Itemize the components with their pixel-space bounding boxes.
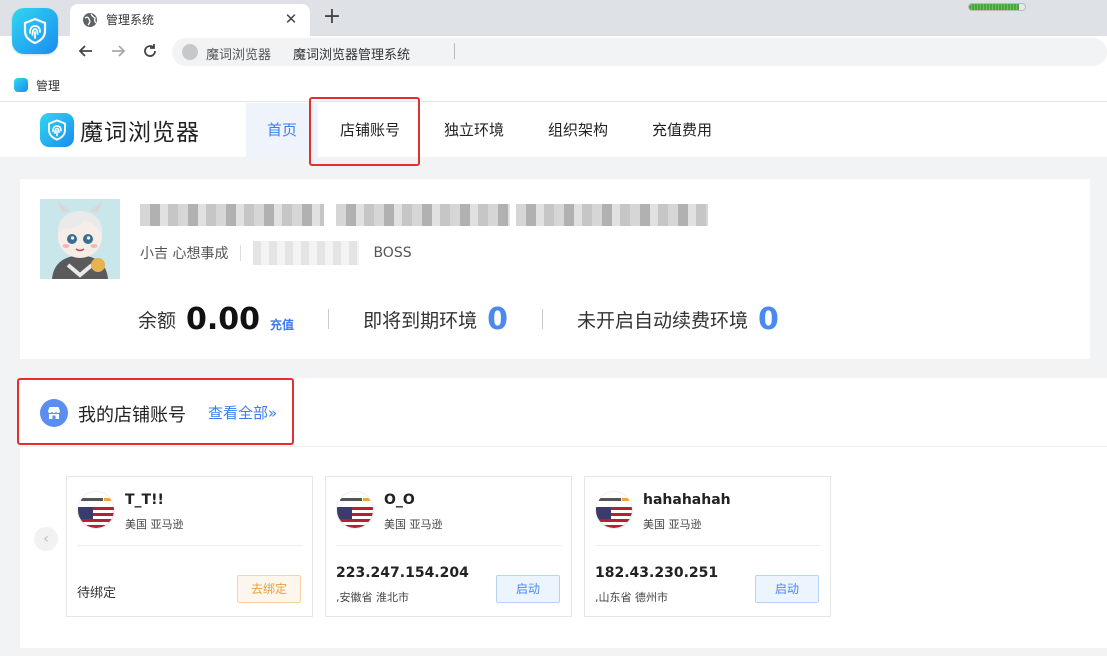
reload-button[interactable]	[138, 39, 162, 63]
close-tab-icon[interactable]: ✕	[282, 9, 300, 29]
carousel-prev-button[interactable]: ‹	[34, 527, 58, 551]
bookmark-item[interactable]: 管理	[14, 76, 60, 94]
avatar-image	[40, 199, 120, 279]
chevron-left-icon: ‹	[43, 531, 49, 547]
nav-home[interactable]: 首页	[246, 103, 318, 157]
forward-button[interactable]	[106, 39, 130, 63]
battery-fill	[969, 4, 1020, 10]
shop-card[interactable]: hahahahah 美国 亚马逊 182.43.230.251 ,山东省 德州市…	[584, 476, 831, 617]
no-autorenew-count[interactable]: 0	[758, 302, 779, 337]
stat-divider	[328, 309, 330, 329]
shop-status: 待绑定	[77, 586, 117, 601]
brand[interactable]: 魔词浏览器	[40, 113, 200, 147]
app-logo	[12, 8, 58, 54]
balance-value: 0.00	[186, 301, 261, 337]
browser-toolbar: 魔词浏览器 魔词浏览器管理系统	[0, 36, 1107, 68]
card-divider	[595, 545, 821, 546]
masked-account-email	[516, 204, 708, 226]
section-title: 我的店铺账号	[78, 405, 186, 426]
shop-region: 美国 亚马逊	[384, 518, 443, 531]
page-url: 魔词浏览器管理系统	[293, 48, 411, 63]
battery-indicator	[968, 3, 1026, 11]
brand-name: 魔词浏览器	[80, 120, 200, 146]
avatar[interactable]	[40, 199, 120, 279]
site-info-icon[interactable]	[182, 44, 198, 60]
shop-name: O_O	[384, 492, 415, 508]
masked-account-name	[140, 204, 324, 226]
shop-location: ,山东省 德州市	[595, 591, 668, 604]
browser-chrome: 管理系统 ✕ + 魔词浏览器 魔词浏览器管理系统 管理	[0, 0, 1107, 103]
us-amazon-flag-icon	[595, 491, 633, 529]
bind-button[interactable]: 去绑定	[237, 575, 301, 603]
shop-card[interactable]: T_T!! 美国 亚马逊 待绑定 去绑定	[66, 476, 313, 617]
shop-location: ,安徽省 淮北市	[336, 591, 409, 604]
bookmark-favicon-icon	[14, 78, 28, 92]
section-header: 我的店铺账号 查看全部»	[20, 378, 1107, 447]
site-name: 魔词浏览器	[206, 48, 272, 63]
stat-divider	[541, 309, 543, 329]
back-button[interactable]	[74, 39, 98, 63]
masked-phone	[253, 241, 360, 265]
masked-account-id	[336, 204, 510, 226]
nav-standalone-env[interactable]: 独立环境	[422, 103, 526, 157]
card-divider	[77, 545, 303, 546]
shop-ip: 223.247.154.204	[336, 565, 469, 581]
shop-region: 美国 亚马逊	[643, 518, 702, 531]
tab-title: 管理系统	[106, 13, 155, 27]
meta-divider	[240, 245, 242, 261]
view-all-link[interactable]: 查看全部»	[208, 402, 277, 423]
arrow-right-icon	[112, 45, 126, 57]
nav-recharge-fees[interactable]: 充值费用	[630, 103, 734, 157]
address-bar[interactable]: 魔词浏览器 魔词浏览器管理系统	[172, 38, 1107, 66]
bookmarks-bar: 管理	[0, 68, 1107, 102]
shop-ip: 182.43.230.251	[595, 565, 719, 581]
start-button[interactable]: 启动	[755, 575, 819, 603]
account-stats: 余额 0.00 充值 即将到期环境 0 未开启自动续费环境 0	[138, 299, 779, 339]
shop-card[interactable]: O_O 美国 亚马逊 223.247.154.204 ,安徽省 淮北市 启动	[325, 476, 572, 617]
profile-meta: 小吉 心想事成 BOSS	[140, 241, 412, 265]
site-header: 魔词浏览器 首页 店铺账号 独立环境 组织架构 充值费用	[0, 103, 1107, 157]
nav-shop-accounts[interactable]: 店铺账号	[318, 103, 422, 157]
fingerprint-shield-icon	[23, 17, 47, 45]
globe-icon	[83, 13, 97, 27]
shop-name: T_T!!	[125, 492, 164, 508]
role-label: BOSS	[373, 245, 412, 261]
brand-logo-icon	[40, 113, 74, 147]
bookmark-label: 管理	[36, 78, 61, 93]
us-amazon-flag-icon	[336, 491, 374, 529]
expiring-env-label: 即将到期环境	[363, 309, 478, 332]
profile-card: 小吉 心想事成 BOSS 余额 0.00 充值 即将到期环境 0 未开启自动续费…	[20, 179, 1090, 359]
shop-name: hahahahah	[643, 492, 731, 508]
new-tab-button[interactable]: +	[320, 5, 344, 29]
address-separator	[454, 43, 455, 59]
reload-icon	[144, 44, 156, 57]
shop-region: 美国 亚马逊	[125, 518, 184, 531]
card-divider	[336, 545, 562, 546]
browser-tab[interactable]: 管理系统 ✕	[70, 4, 310, 36]
tab-strip: 管理系统 ✕ +	[0, 0, 1107, 36]
nav-org-structure[interactable]: 组织架构	[526, 103, 630, 157]
store-icon	[40, 399, 68, 427]
balance-label: 余额	[138, 309, 177, 332]
no-autorenew-label: 未开启自动续费环境	[576, 309, 748, 332]
nickname: 小吉 心想事成	[140, 246, 229, 262]
us-amazon-flag-icon	[77, 491, 115, 529]
arrow-left-icon	[78, 45, 92, 57]
start-button[interactable]: 启动	[496, 575, 560, 603]
shop-accounts-section: 我的店铺账号 查看全部» ‹ T_T!! 美国 亚马逊 待绑定 去绑定 O_O …	[20, 378, 1107, 648]
fingerprint-shield-icon	[48, 119, 66, 141]
expiring-env-count[interactable]: 0	[487, 302, 508, 337]
recharge-link[interactable]: 充值	[270, 316, 294, 333]
